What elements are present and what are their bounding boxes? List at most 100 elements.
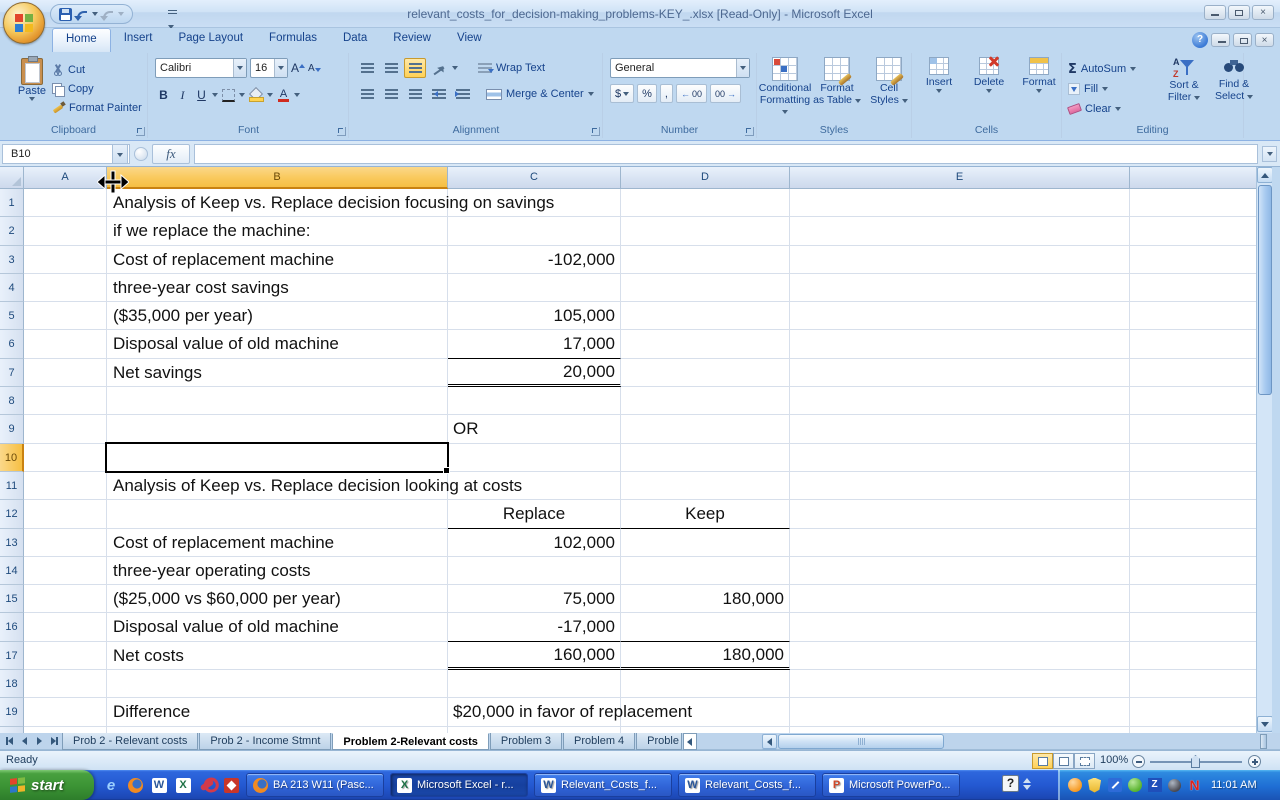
cell[interactable] [621,529,790,557]
cell[interactable] [1130,359,1256,387]
row-header[interactable]: 3 [0,246,24,274]
tray-volume-icon[interactable] [1167,778,1182,793]
cell[interactable] [790,274,1130,302]
zoom-out-button[interactable] [1132,755,1145,768]
format-painter-button[interactable]: Format Painter [52,98,142,117]
cell[interactable] [24,246,107,274]
cell[interactable] [790,189,1130,217]
cell[interactable] [1130,529,1256,557]
tray-zone-icon[interactable]: Z [1147,778,1162,793]
word-icon[interactable]: W [150,776,168,794]
cell[interactable] [1130,557,1256,585]
cell[interactable] [790,642,1130,670]
cell[interactable] [1130,613,1256,641]
align-middle-button[interactable] [380,58,402,78]
cell[interactable]: Cost of replacement machine [107,529,448,557]
tab-insert[interactable]: Insert [111,28,166,52]
office-button[interactable] [3,2,45,44]
taskbar-button-powerpoint[interactable]: P Microsoft PowerPo... [822,773,960,797]
format-as-table-button[interactable]: Format as Table [813,57,861,118]
cell[interactable] [621,189,790,217]
cell[interactable] [24,189,107,217]
row-header[interactable]: 13 [0,529,24,557]
key-icon[interactable] [198,776,216,794]
zoom-in-button[interactable] [1248,755,1261,768]
insert-function-button[interactable]: fx [152,144,190,164]
align-left-button[interactable] [356,84,378,104]
taskbar-button-word-2[interactable]: W Relevant_Costs_f... [678,773,816,797]
cell[interactable]: 160,000 [448,642,621,670]
cell[interactable] [24,500,107,528]
cell[interactable] [621,330,790,358]
cell[interactable] [790,444,1130,472]
cell[interactable] [790,613,1130,641]
cell[interactable] [24,274,107,302]
cell[interactable] [621,246,790,274]
sheet-tab-problem2-relevant-active[interactable]: Problem 2-Relevant costs [332,733,489,750]
excel-icon[interactable]: X [174,776,192,794]
bold-button[interactable]: B [155,85,172,105]
cell[interactable]: if we replace the machine: [107,217,448,245]
row-header[interactable]: 7 [0,359,24,387]
column-header-e[interactable]: E [790,167,1130,189]
increase-decimal-button[interactable]: ←00 [676,84,707,103]
decrease-indent-button[interactable] [428,84,450,104]
tab-scroll-button[interactable] [683,733,697,750]
tray-utility-icon[interactable] [1107,778,1122,793]
cell[interactable] [790,302,1130,330]
normal-view-button[interactable] [1032,753,1053,769]
increase-indent-button[interactable] [452,84,474,104]
name-box[interactable]: B10 [2,144,130,164]
cell[interactable] [1130,698,1256,726]
cell[interactable] [790,557,1130,585]
cell[interactable] [24,698,107,726]
cell[interactable] [1130,670,1256,698]
first-sheet-button[interactable] [2,734,16,748]
cell[interactable] [24,359,107,387]
cell[interactable]: ($35,000 per year) [107,302,448,330]
cell[interactable] [1130,387,1256,415]
cell[interactable] [1130,472,1256,500]
cell[interactable] [1130,500,1256,528]
cell[interactable]: three-year operating costs [107,557,448,585]
cell[interactable] [790,529,1130,557]
taskbar-expand-icon[interactable] [1023,778,1031,790]
merge-center-button[interactable]: Merge & Center [482,86,598,102]
row-header[interactable]: 1 [0,189,24,217]
tab-page-layout[interactable]: Page Layout [165,28,256,52]
workbook-close-button[interactable]: × [1255,33,1274,47]
cell[interactable]: 17,000 [448,330,621,358]
row-header-selected[interactable]: 10 [0,444,24,472]
fill-button[interactable]: Fill [1068,79,1136,99]
cell[interactable] [24,302,107,330]
help-icon[interactable]: ? [1192,32,1208,48]
tab-view[interactable]: View [444,28,495,52]
horizontal-scroll-thumb[interactable] [778,734,944,749]
orientation-button[interactable] [428,58,450,78]
cell[interactable] [24,670,107,698]
expand-formula-bar-button[interactable] [1262,146,1277,162]
cell[interactable] [621,557,790,585]
page-layout-view-button[interactable] [1053,753,1074,769]
formula-bar-splitter[interactable] [134,147,148,161]
cell[interactable] [621,359,790,387]
delete-cells-button[interactable]: Delete [968,57,1010,93]
alignment-dialog-launcher[interactable] [591,127,600,136]
taskbar-button-word-1[interactable]: W Relevant_Costs_f... [534,773,672,797]
cell[interactable]: Analysis of Keep vs. Replace decision lo… [107,472,448,500]
cell[interactable] [790,387,1130,415]
cell[interactable]: 105,000 [448,302,621,330]
cell[interactable] [448,217,621,245]
cell[interactable] [1130,246,1256,274]
cell[interactable] [790,500,1130,528]
cell[interactable]: -102,000 [448,246,621,274]
cell[interactable] [24,557,107,585]
cell[interactable]: -17,000 [448,613,621,641]
row-header[interactable]: 16 [0,613,24,641]
next-sheet-button[interactable] [32,734,46,748]
comma-button[interactable]: , [660,84,673,103]
cell[interactable] [621,387,790,415]
select-all-corner[interactable] [0,167,24,189]
close-button[interactable]: × [1252,5,1274,20]
conditional-formatting-button[interactable]: Conditional Formatting [761,57,809,118]
